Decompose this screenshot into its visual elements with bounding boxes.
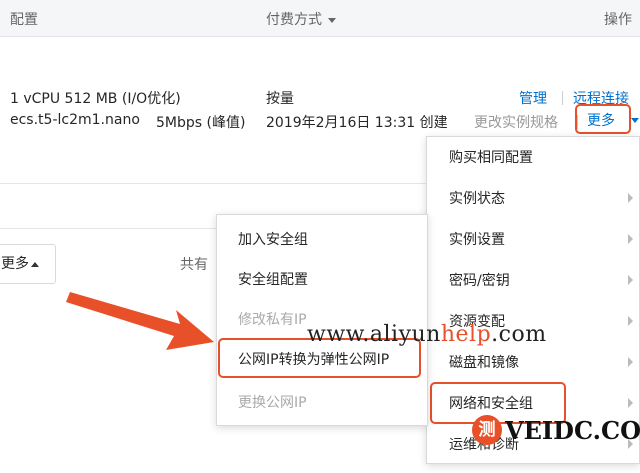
menu-item-disk-image[interactable]: 磁盘和镜像 <box>449 352 519 372</box>
chevron-down-icon <box>631 118 639 123</box>
pointer-arrow-icon <box>66 292 214 350</box>
submenu-item-security-group-config[interactable]: 安全组配置 <box>238 269 308 289</box>
menu-item-instance-status[interactable]: 实例状态 <box>449 188 505 208</box>
veidc-logo-badge: 测 <box>472 415 502 445</box>
billing-mode: 按量 <box>266 91 294 107</box>
chevron-right-icon <box>628 193 633 203</box>
column-actions: 操作 <box>604 12 632 28</box>
submenu-item-replace-public-ip[interactable]: 更换公网IP <box>238 392 307 412</box>
instance-type: ecs.t5-lc2m1.nano <box>10 112 140 128</box>
veidc-logo-text: VEIDC.COM <box>505 416 640 445</box>
chevron-right-icon <box>628 275 633 285</box>
menu-item-password-key[interactable]: 密码/密钥 <box>449 270 510 290</box>
instance-bandwidth: 5Mbps (峰值) <box>156 115 246 131</box>
column-billing-label: 付费方式 <box>266 12 322 28</box>
submenu-item-join-security-group[interactable]: 加入安全组 <box>238 229 308 249</box>
menu-item-buy-same[interactable]: 购买相同配置 <box>449 147 533 167</box>
chevron-right-icon <box>628 316 633 326</box>
change-spec-link[interactable]: 更改实例规格 <box>474 112 558 132</box>
batch-more-label: 更多 <box>1 256 29 272</box>
chevron-up-icon <box>31 261 39 267</box>
instance-spec: 1 vCPU 512 MB (I/O优化) <box>10 91 181 107</box>
watermark-text: www.aliyunhelp.com <box>307 322 547 347</box>
menu-item-instance-settings[interactable]: 实例设置 <box>449 229 505 249</box>
chevron-right-icon <box>628 357 633 367</box>
more-actions-link[interactable]: 更多 <box>587 110 615 130</box>
chevron-down-icon <box>328 17 336 23</box>
column-billing[interactable]: 付费方式 <box>266 9 336 29</box>
network-submenu: 加入安全组 安全组配置 修改私有IP 公网IP转换为弹性公网IP 更换公网IP <box>216 214 428 426</box>
total-count-text: 共有 <box>180 257 208 273</box>
submenu-item-modify-private-ip[interactable]: 修改私有IP <box>238 309 307 329</box>
chevron-right-icon <box>628 234 633 244</box>
chevron-right-icon <box>628 398 633 408</box>
batch-more-button[interactable]: 更多 <box>0 244 56 284</box>
column-config: 配置 <box>10 12 38 28</box>
manage-link[interactable]: 管理 <box>519 88 547 108</box>
created-time: 2019年2月16日 13:31 创建 <box>266 115 448 131</box>
action-divider <box>562 91 563 105</box>
